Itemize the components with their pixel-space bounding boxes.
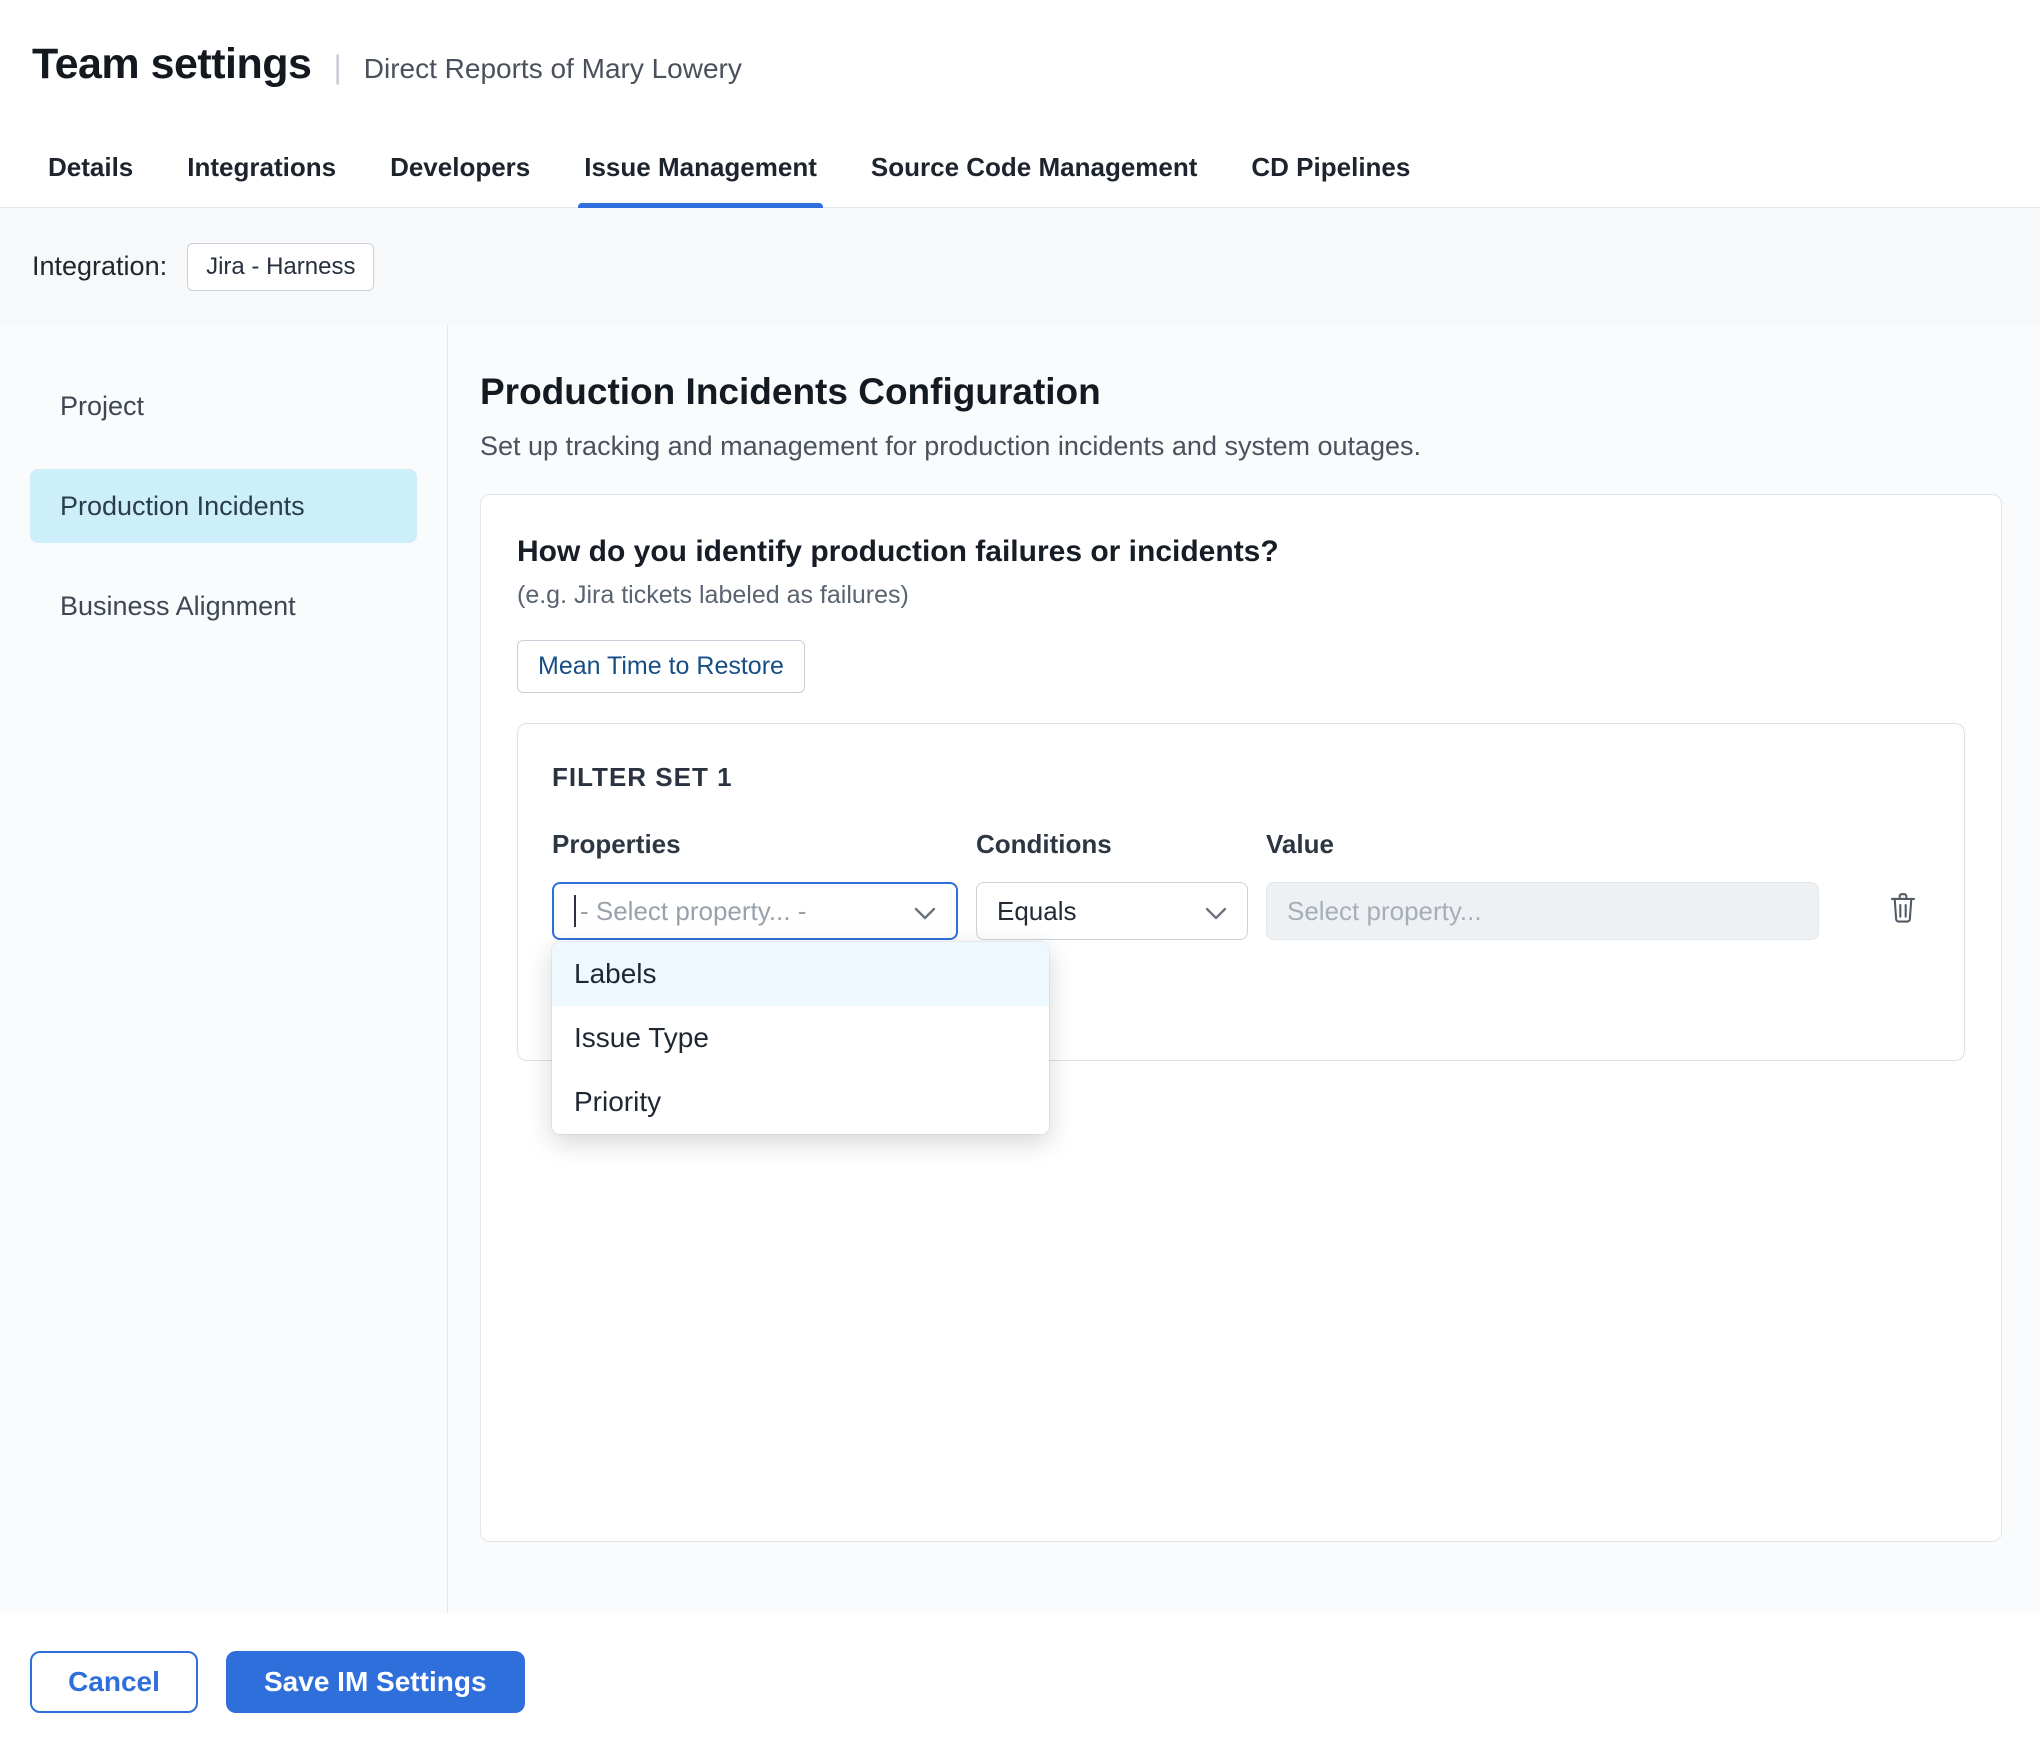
section-subtitle: Set up tracking and management for produ… — [480, 431, 2002, 462]
team-settings-page: Team settings | Direct Reports of Mary L… — [0, 0, 2040, 1750]
chevron-down-icon — [914, 896, 936, 927]
incidents-config-card: How do you identify production failures … — [480, 494, 2002, 1542]
tab-integrations[interactable]: Integrations — [185, 152, 338, 207]
sidebar-item-project[interactable]: Project — [30, 369, 417, 443]
filter-set-box: FILTER SET 1 Properties - Select propert… — [517, 723, 1965, 1061]
sidebar-item-production-incidents[interactable]: Production Incidents — [30, 469, 417, 543]
page-header: Team settings | Direct Reports of Mary L… — [0, 0, 2040, 137]
condition-select-value: Equals — [997, 896, 1077, 927]
chevron-down-icon — [1205, 896, 1227, 927]
filter-set-title: FILTER SET 1 — [552, 762, 1930, 793]
integration-label: Integration: — [32, 251, 167, 282]
config-hint: (e.g. Jira tickets labeled as failures) — [517, 581, 1965, 610]
cancel-button[interactable]: Cancel — [30, 1651, 198, 1713]
tab-bar: Details Integrations Developers Issue Ma… — [0, 137, 2040, 208]
filter-row: Properties - Select property... - — [552, 829, 1930, 940]
property-select[interactable]: - Select property... - — [552, 882, 958, 940]
tab-developers[interactable]: Developers — [388, 152, 532, 207]
dropdown-option-labels[interactable]: Labels — [552, 942, 1049, 1006]
settings-sidebar: Project Production Incidents Business Al… — [0, 325, 448, 1613]
page-title: Team settings — [32, 40, 311, 89]
dropdown-option-issue-type[interactable]: Issue Type — [552, 1006, 1049, 1070]
integration-chip[interactable]: Jira - Harness — [187, 243, 374, 291]
conditions-field: Conditions Equals — [976, 829, 1248, 940]
tab-issue-management[interactable]: Issue Management — [582, 152, 819, 207]
value-input[interactable] — [1266, 882, 1819, 940]
condition-select[interactable]: Equals — [976, 882, 1248, 940]
property-dropdown: Labels Issue Type Priority — [552, 942, 1049, 1134]
save-im-settings-button[interactable]: Save IM Settings — [226, 1651, 525, 1713]
value-field: Value — [1266, 829, 1819, 940]
tab-cd-pipelines[interactable]: CD Pipelines — [1249, 152, 1412, 207]
mean-time-to-restore-chip[interactable]: Mean Time to Restore — [517, 640, 805, 693]
trash-icon — [1888, 891, 1918, 929]
title-separator: | — [333, 49, 341, 86]
footer-action-bar: Cancel Save IM Settings — [0, 1613, 2040, 1750]
dropdown-option-priority[interactable]: Priority — [552, 1070, 1049, 1134]
content-area: Project Production Incidents Business Al… — [0, 325, 2040, 1613]
properties-field: Properties - Select property... - — [552, 829, 958, 940]
main-panel: Production Incidents Configuration Set u… — [448, 325, 2040, 1613]
tab-details[interactable]: Details — [46, 152, 135, 207]
page-subtitle: Direct Reports of Mary Lowery — [364, 53, 742, 85]
properties-column-label: Properties — [552, 829, 958, 860]
property-select-placeholder: - Select property... - — [580, 896, 806, 927]
section-title: Production Incidents Configuration — [480, 371, 2002, 413]
tab-source-code-management[interactable]: Source Code Management — [869, 152, 1200, 207]
config-question: How do you identify production failures … — [517, 535, 1965, 569]
sidebar-item-business-alignment[interactable]: Business Alignment — [30, 569, 417, 643]
conditions-column-label: Conditions — [976, 829, 1248, 860]
text-cursor — [574, 895, 576, 927]
delete-filter-button[interactable] — [1888, 881, 1918, 939]
value-column-label: Value — [1266, 829, 1819, 860]
integration-bar: Integration: Jira - Harness — [0, 208, 2040, 325]
